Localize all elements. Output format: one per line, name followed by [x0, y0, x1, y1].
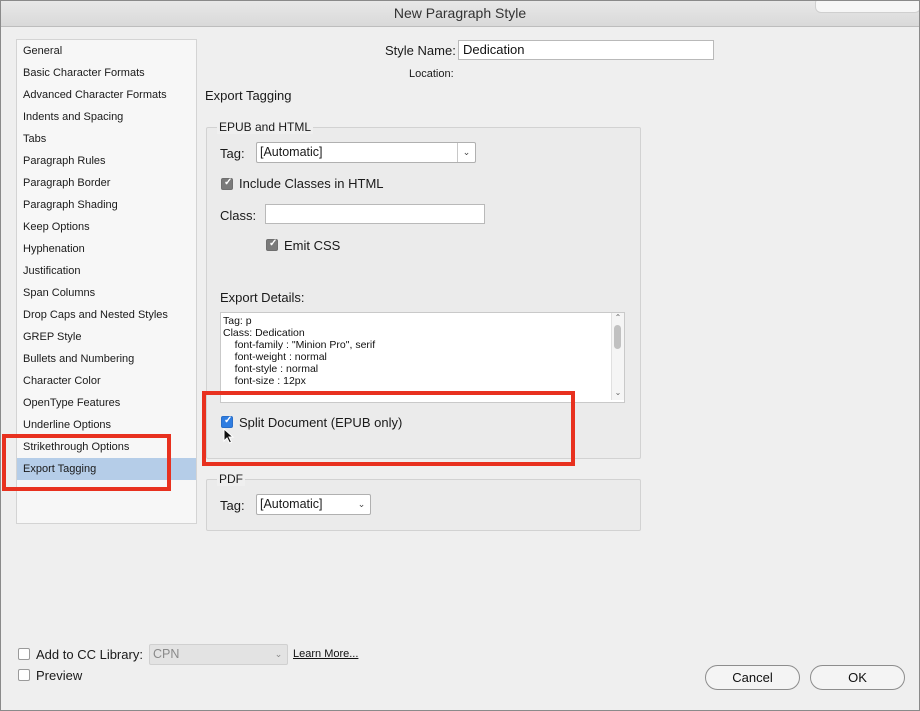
export-details-label: Export Details: [220, 290, 305, 305]
style-name-input[interactable]: Dedication [458, 40, 714, 60]
scroll-down-icon[interactable]: ⌄ [613, 388, 623, 397]
checkmark-icon: ✓ [224, 415, 233, 426]
cc-library-select[interactable]: CPN ⌄ [149, 644, 288, 665]
add-to-cc-label: Add to CC Library: [36, 647, 143, 662]
chevron-down-icon: ⌄ [274, 649, 283, 659]
cancel-button[interactable]: Cancel [705, 665, 800, 690]
export-details-line: font-style : normal [223, 363, 319, 375]
sidebar-item-span-columns[interactable]: Span Columns [17, 282, 196, 304]
sidebar-item-paragraph-shading[interactable]: Paragraph Shading [17, 194, 196, 216]
include-classes-label: Include Classes in HTML [239, 176, 384, 191]
dialog-window: New Paragraph Style General Basic Charact… [0, 0, 920, 711]
category-list: General Basic Character Formats Advanced C… [16, 39, 197, 524]
sidebar-item-general[interactable]: General [17, 40, 196, 62]
title-bar: New Paragraph Style [1, 1, 919, 27]
background-window-edge [815, 1, 919, 13]
sidebar-item-hyphenation[interactable]: Hyphenation [17, 238, 196, 260]
epub-tag-select[interactable]: [Automatic] ⌄ [256, 142, 476, 163]
location-label: Location: [409, 68, 454, 80]
class-input[interactable] [265, 204, 485, 224]
preview-label: Preview [36, 668, 83, 683]
ok-button[interactable]: OK [810, 665, 905, 690]
sidebar-item-keep-options[interactable]: Keep Options [17, 216, 196, 238]
checkmark-icon: ✓ [269, 238, 278, 249]
checkmark-icon: ✓ [224, 177, 233, 188]
sidebar-item-paragraph-border[interactable]: Paragraph Border [17, 172, 196, 194]
chevron-down-icon: ⌄ [357, 499, 366, 509]
sidebar-item-underline-options[interactable]: Underline Options [17, 414, 196, 436]
window-title: New Paragraph Style [393, 5, 527, 21]
sidebar-item-export-tagging[interactable]: Export Tagging [17, 458, 196, 480]
sidebar-item-basic-character-formats[interactable]: Basic Character Formats [17, 62, 196, 84]
export-details-line: Class: Dedication [223, 327, 305, 339]
emit-css-checkbox[interactable]: ✓ [266, 238, 278, 251]
sidebar-item-paragraph-rules[interactable]: Paragraph Rules [17, 150, 196, 172]
style-name-label: Style Name: [385, 43, 456, 58]
pdf-tag-select[interactable]: [Automatic] ⌄ [256, 494, 371, 515]
export-details-line: font-family : "Minion Pro", serif [223, 339, 376, 351]
sidebar-item-drop-caps-and-nested-styles[interactable]: Drop Caps and Nested Styles [17, 304, 196, 326]
export-details-box[interactable]: font-size : 12px font-style : normal fon… [220, 312, 625, 403]
sidebar-item-opentype-features[interactable]: OpenType Features [17, 392, 196, 414]
split-document-checkbox[interactable]: ✓ [221, 415, 233, 428]
pdf-tag-value: [Automatic] [260, 497, 323, 511]
pdf-group-title: PDF [217, 472, 245, 486]
export-details-scrollbar[interactable]: ⌃ ⌄ [611, 313, 624, 400]
preview-checkbox[interactable] [18, 669, 30, 681]
sidebar-item-strikethrough-options[interactable]: Strikethrough Options [17, 436, 196, 458]
add-to-cc-checkbox[interactable] [18, 648, 30, 660]
export-details-line: font-weight : normal [223, 351, 327, 363]
epub-tag-label: Tag: [220, 146, 245, 161]
chevron-down-icon: ⌄ [457, 143, 475, 162]
include-classes-checkbox[interactable]: ✓ [221, 177, 233, 190]
epub-html-group-title: EPUB and HTML [217, 120, 314, 134]
split-document-label: Split Document (EPUB only) [239, 415, 403, 430]
sidebar-item-grep-style[interactable]: GREP Style [17, 326, 196, 348]
section-title: Export Tagging [205, 88, 292, 103]
export-details-line: Tag: p [223, 315, 252, 327]
scroll-thumb[interactable] [614, 325, 621, 349]
scroll-up-icon[interactable]: ⌃ [613, 313, 623, 322]
pdf-tag-label: Tag: [220, 498, 245, 513]
class-label: Class: [220, 208, 257, 223]
sidebar-item-bullets-and-numbering[interactable]: Bullets and Numbering [17, 348, 196, 370]
export-details-line: font-size : 12px [223, 375, 306, 387]
sidebar-item-justification[interactable]: Justification [17, 260, 196, 282]
sidebar-item-indents-and-spacing[interactable]: Indents and Spacing [17, 106, 196, 128]
sidebar-item-character-color[interactable]: Character Color [17, 370, 196, 392]
cc-library-value: CPN [153, 647, 180, 661]
learn-more-link[interactable]: Learn More... [293, 648, 358, 660]
epub-tag-value: [Automatic] [260, 145, 323, 159]
emit-css-label: Emit CSS [284, 238, 341, 253]
sidebar-item-tabs[interactable]: Tabs [17, 128, 196, 150]
mouse-pointer-icon [223, 428, 235, 444]
sidebar-item-advanced-character-formats[interactable]: Advanced Character Formats [17, 84, 196, 106]
